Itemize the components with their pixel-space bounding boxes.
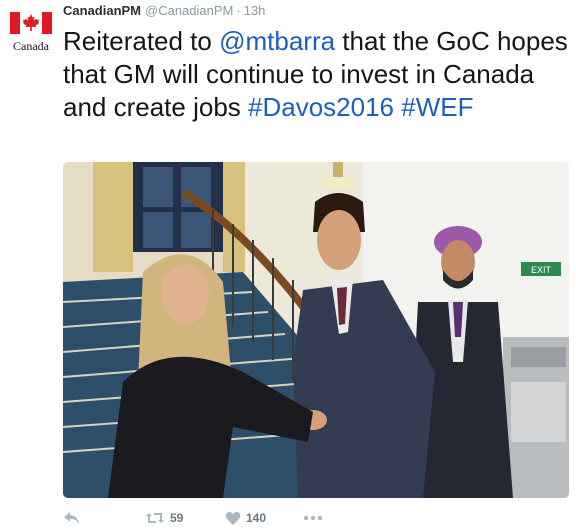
hashtag-link[interactable]: #WEF <box>401 92 473 122</box>
more-icon <box>303 515 323 521</box>
exit-sign: EXIT <box>531 265 552 275</box>
canada-flag-icon <box>10 12 52 34</box>
hashtag-link[interactable]: #Davos2016 <box>248 92 394 122</box>
canada-wordmark: Canada <box>13 39 49 53</box>
separator: · <box>236 3 241 18</box>
like-count: 140 <box>246 511 267 525</box>
more-button[interactable] <box>303 509 323 527</box>
heart-icon <box>225 511 241 525</box>
tweet-photo[interactable]: EXIT <box>63 162 569 498</box>
like-button[interactable]: 140 <box>225 509 266 527</box>
avatar[interactable]: Canada <box>6 8 56 54</box>
retweet-button[interactable]: 59 <box>145 509 183 527</box>
mention-link[interactable]: @mtbarra <box>219 26 335 56</box>
timestamp[interactable]: 13h <box>244 3 266 18</box>
tweet-text: Reiterated to @mtbarra that the GoC hope… <box>63 25 568 124</box>
retweet-count: 59 <box>170 511 184 525</box>
retweet-icon <box>146 513 164 523</box>
reply-icon <box>64 512 79 524</box>
account-name[interactable]: CanadianPM <box>63 3 141 18</box>
reply-button[interactable] <box>63 509 81 527</box>
tweet-header: CanadianPM @CanadianPM · 13h <box>63 3 265 18</box>
account-handle[interactable]: @CanadianPM <box>145 3 233 18</box>
tweet-text-part: Reiterated to <box>63 26 220 56</box>
tweet-actions: 59 140 <box>63 509 463 527</box>
